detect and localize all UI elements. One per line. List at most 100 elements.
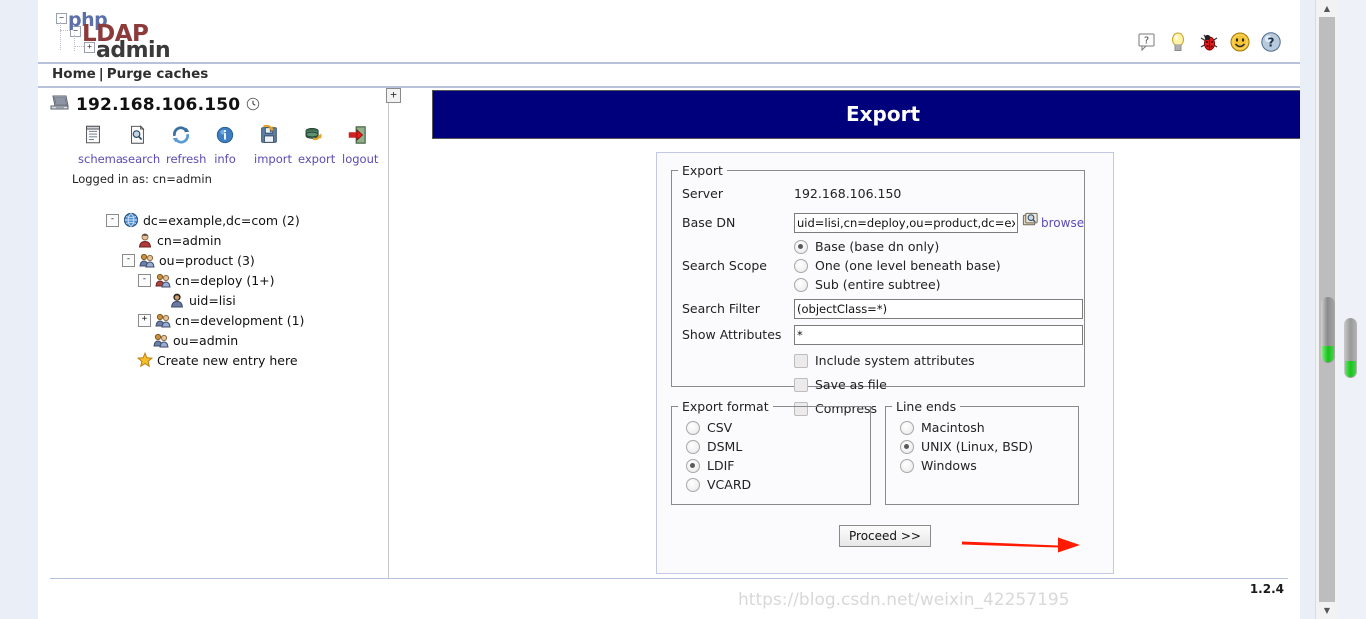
tree-node-ou-product[interactable]: - ou=product (3) xyxy=(122,250,304,270)
content-scroll-track[interactable] xyxy=(1319,17,1335,602)
radio-indicator[interactable] xyxy=(900,440,914,454)
radio-indicator[interactable] xyxy=(686,459,700,473)
search-scope-option-sub[interactable]: Sub (entire subtree) xyxy=(794,276,1001,293)
radio-indicator[interactable] xyxy=(686,440,700,454)
tree-expander[interactable]: - xyxy=(106,214,119,227)
option-label: One (one level beneath base) xyxy=(815,258,1001,273)
content-scrollbar[interactable]: ▲ ▼ xyxy=(1315,0,1338,619)
outer-scroll-thumb[interactable] xyxy=(1344,318,1357,378)
show-attributes-input[interactable] xyxy=(794,325,1083,345)
group-icon xyxy=(155,272,171,288)
tree-node-label: Create new entry here xyxy=(157,353,298,368)
line-ends-option-unix[interactable]: UNIX (Linux, BSD) xyxy=(900,438,1078,455)
radio-indicator[interactable] xyxy=(900,421,914,435)
browse-link[interactable]: browse xyxy=(1041,216,1084,230)
tree-node-ou-admin[interactable]: ou=admin xyxy=(138,330,304,350)
toolbar-label-schema: schema xyxy=(78,152,108,166)
server-label: Server xyxy=(682,186,794,201)
search-icon xyxy=(126,131,148,150)
toolbar-label-logout: logout xyxy=(342,152,372,166)
radio-indicator[interactable] xyxy=(686,478,700,492)
radio-indicator[interactable] xyxy=(794,240,808,254)
logged-in-as: Logged in as: cn=admin xyxy=(72,172,212,186)
radio-indicator[interactable] xyxy=(794,259,808,273)
export-fieldset: Export Server 192.168.106.150 Base DN xyxy=(671,163,1085,387)
group-icon xyxy=(155,312,171,328)
tree-node-cn-development[interactable]: + cn=development (1) xyxy=(138,310,304,330)
screen: − − + php LDAP admin ? xyxy=(0,0,1366,619)
radio-indicator[interactable] xyxy=(900,459,914,473)
toolbar-item-info[interactable]: info xyxy=(210,124,240,166)
search-scope-option-one[interactable]: One (one level beneath base) xyxy=(794,257,1001,274)
scroll-up-arrow-icon[interactable]: ▲ xyxy=(1316,0,1338,17)
format-option-vcard[interactable]: VCARD xyxy=(686,476,870,493)
toolbar-item-schema[interactable]: schema xyxy=(78,124,108,166)
tree-expander[interactable]: - xyxy=(122,254,135,267)
logo-guide-1 xyxy=(60,22,61,50)
option-label: UNIX (Linux, BSD) xyxy=(921,439,1033,454)
server-name: 192.168.106.150 xyxy=(76,95,240,115)
checkbox-include-system-attributes[interactable]: Include system attributes xyxy=(794,352,1084,369)
tree-node-label: cn=development (1) xyxy=(175,313,304,328)
scroll-down-arrow-icon[interactable]: ▼ xyxy=(1316,602,1338,619)
tree-node-create-new-entry[interactable]: Create new entry here xyxy=(122,350,304,370)
browse-control[interactable]: browse xyxy=(1021,211,1084,234)
logo-box-1: − xyxy=(56,13,67,24)
toolbar-item-refresh[interactable]: refresh xyxy=(166,124,196,166)
schema-icon xyxy=(82,131,104,150)
checkbox-indicator[interactable] xyxy=(794,378,808,392)
logout-icon xyxy=(346,131,368,150)
user-admin-icon xyxy=(137,232,153,248)
sidebar-expand-button[interactable]: + xyxy=(386,88,401,103)
computer-icon xyxy=(50,94,70,116)
proceed-button[interactable]: Proceed >> xyxy=(839,525,931,547)
checkbox-save-as-file[interactable]: Save as file xyxy=(794,376,1084,393)
show-attributes-label: Show Attributes xyxy=(682,327,794,342)
format-option-dsml[interactable]: DSML xyxy=(686,438,870,455)
toolbar-item-export[interactable]: export xyxy=(298,124,328,166)
tree-expander[interactable]: + xyxy=(138,314,151,327)
checkbox-indicator[interactable] xyxy=(794,354,808,368)
tree-node-dc-example[interactable]: - dc=example,dc=com (2) xyxy=(106,210,304,230)
toolbar-item-search[interactable]: search xyxy=(122,124,152,166)
breadcrumb-home-link[interactable]: Home xyxy=(52,66,96,82)
toolbar-item-logout[interactable]: logout xyxy=(342,124,372,166)
lightbulb-icon[interactable] xyxy=(1167,31,1189,53)
show-attributes-row: Show Attributes xyxy=(682,323,1084,346)
line-ends-option-macintosh[interactable]: Macintosh xyxy=(900,419,1078,436)
outer-scrollbar[interactable] xyxy=(1338,0,1366,619)
star-icon xyxy=(137,352,153,368)
tree-expander[interactable]: - xyxy=(138,274,151,287)
version-label: 1.2.4 xyxy=(1250,582,1284,596)
svg-text:?: ? xyxy=(1268,36,1275,50)
search-scope-option-base[interactable]: Base (base dn only) xyxy=(794,238,1001,255)
question-bubble-icon[interactable]: ? xyxy=(1136,31,1158,53)
base-dn-row: Base DN xyxy=(682,211,1084,234)
breadcrumb: Home|Purge caches xyxy=(52,66,208,82)
bug-icon[interactable] xyxy=(1198,31,1220,53)
svg-text:?: ? xyxy=(1144,36,1149,47)
tree-node-uid-lisi[interactable]: uid=lisi xyxy=(154,290,304,310)
search-filter-input[interactable] xyxy=(794,299,1083,319)
content-scroll-thumb[interactable] xyxy=(1321,297,1335,363)
option-label: Include system attributes xyxy=(815,353,975,368)
tree-node-cn-admin[interactable]: cn=admin xyxy=(122,230,304,250)
tree-node-cn-deploy[interactable]: - cn=deploy (1+) xyxy=(138,270,304,290)
header-rule xyxy=(38,62,1300,64)
server-row[interactable]: 192.168.106.150 xyxy=(50,94,260,116)
toolbar-label-import: import xyxy=(254,152,284,166)
help-ball-icon[interactable]: ? xyxy=(1260,31,1282,53)
breadcrumb-purge-caches-link[interactable]: Purge caches xyxy=(107,66,209,82)
radio-indicator[interactable] xyxy=(794,278,808,292)
main-content: Export Export Server 192.168.106.150 Bas… xyxy=(432,90,1300,580)
format-option-ldif[interactable]: LDIF xyxy=(686,457,870,474)
smiley-icon[interactable] xyxy=(1229,31,1251,53)
tree-node-label: ou=admin xyxy=(173,333,238,348)
base-dn-input[interactable] xyxy=(794,213,1018,233)
group-icon xyxy=(153,332,169,348)
radio-indicator[interactable] xyxy=(686,421,700,435)
tree-node-label: cn=admin xyxy=(157,233,221,248)
toolbar-item-import[interactable]: import xyxy=(254,124,284,166)
line-ends-option-windows[interactable]: Windows xyxy=(900,457,1078,474)
format-option-csv[interactable]: CSV xyxy=(686,419,870,436)
